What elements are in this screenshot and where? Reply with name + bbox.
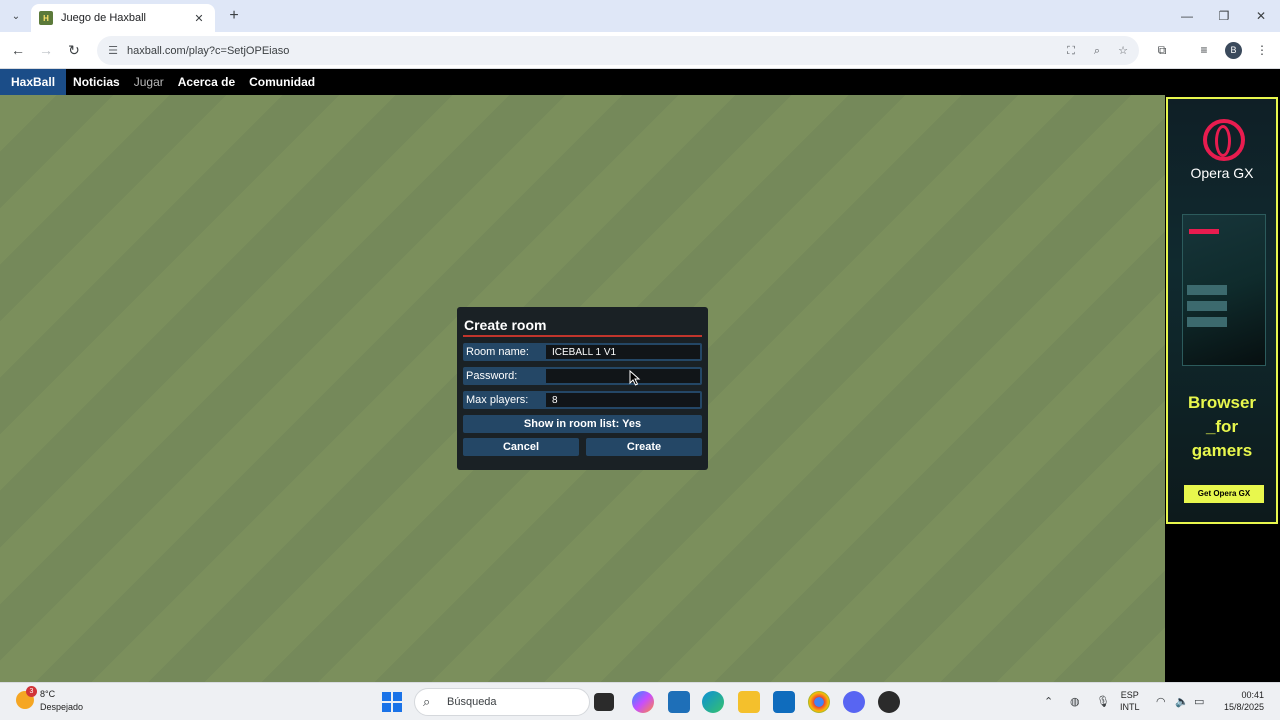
get-opera-gx-button[interactable]: Get Opera GX (1184, 485, 1264, 503)
browser-tab-strip: ⌄ H Juego de Haxball ✕ + — ❐ ✕ (0, 0, 1280, 32)
nav-link-comunidad[interactable]: Comunidad (242, 69, 322, 95)
translate-icon[interactable]: ⛶ (1061, 41, 1081, 61)
new-tab-icon[interactable]: + (225, 6, 243, 26)
reload-icon[interactable]: ↻ (64, 40, 84, 60)
password-label: Password: (466, 370, 518, 382)
lang-layout: INTL (1120, 702, 1140, 712)
system-clock[interactable]: 00:41 15/8/2025 (1216, 689, 1264, 713)
show-in-room-list-toggle[interactable]: Show in room list: Yes (463, 415, 702, 433)
mouse-pointer-icon (629, 370, 641, 386)
password-input[interactable] (546, 369, 700, 383)
site-navbar: HaxBall Noticias Jugar Acerca de Comunid… (0, 69, 1280, 95)
cancel-button[interactable]: Cancel (463, 438, 579, 456)
create-button[interactable]: Create (586, 438, 702, 456)
search-icon: ⌕ (423, 694, 431, 709)
windows-taskbar: 3 8°C Despejado ⌕ Búsqueda ⌃ ◍ 🎙 ESP INT… (0, 682, 1280, 720)
create-room-dialog: Create room Room name: Password: Max pla… (457, 307, 708, 470)
menu-kebab-icon[interactable]: ⋮ (1252, 40, 1272, 60)
weather-badge: 3 (26, 686, 37, 697)
outlook-icon[interactable] (773, 691, 795, 713)
store-app-icon[interactable] (668, 691, 690, 713)
weather-condition[interactable]: Despejado (40, 702, 83, 712)
room-name-row: Room name: (463, 343, 702, 361)
dialog-title: Create room (463, 313, 702, 337)
nav-link-jugar[interactable]: Jugar (127, 69, 171, 95)
max-players-label: Max players: (466, 394, 529, 406)
restore-icon[interactable]: ❐ (1213, 6, 1235, 26)
tab-title: Juego de Haxball (61, 12, 147, 24)
task-view-icon[interactable] (594, 693, 614, 711)
ad-headline: Browser _for gamers (1187, 393, 1257, 460)
tab-close-icon[interactable]: ✕ (191, 12, 207, 25)
opera-logo-icon (1203, 119, 1245, 161)
zoom-icon[interactable]: ⌕ (1087, 41, 1107, 61)
file-explorer-icon[interactable] (738, 691, 760, 713)
browser-toolbar: ← → ↻ ☰ haxball.com/play?c=SetjOPEiaso ⛶… (0, 32, 1280, 69)
input-language[interactable]: ESP INTL (1120, 689, 1140, 713)
battery-icon[interactable]: ▭ (1194, 695, 1204, 708)
copilot-icon[interactable] (632, 691, 654, 713)
dialog-actions: Cancel Create (463, 438, 702, 456)
site-info-icon[interactable]: ☰ (103, 41, 123, 61)
edge-icon[interactable] (702, 691, 724, 713)
media-control-icon[interactable]: ≡ (1194, 40, 1214, 60)
minimize-icon[interactable]: — (1176, 6, 1198, 26)
back-icon[interactable]: ← (8, 40, 28, 60)
clock-date: 15/8/2025 (1223, 702, 1264, 712)
ad-browser-screenshot (1182, 214, 1266, 366)
haxball-favicon-icon: H (39, 11, 53, 25)
browser-tab[interactable]: H Juego de Haxball ✕ (31, 4, 215, 32)
microphone-icon[interactable]: 🎙 (1096, 695, 1110, 708)
volume-icon[interactable]: 🔈 (1175, 695, 1189, 708)
wifi-icon[interactable]: ◠ (1156, 695, 1166, 708)
windows-start-icon[interactable] (382, 692, 402, 712)
max-players-row: Max players: (463, 391, 702, 409)
bookmark-star-icon[interactable]: ☆ (1113, 41, 1133, 61)
opera-gx-ad[interactable]: Opera GX Browser _for gamers Get Opera G… (1166, 97, 1278, 524)
discord-icon[interactable] (843, 691, 865, 713)
nav-link-acerca-de[interactable]: Acerca de (171, 69, 242, 95)
profile-avatar[interactable]: B (1225, 42, 1242, 59)
room-name-input[interactable] (546, 345, 700, 359)
nav-link-noticias[interactable]: Noticias (66, 69, 127, 95)
address-bar[interactable]: ☰ haxball.com/play?c=SetjOPEiaso ⛶ ⌕ ☆ (97, 36, 1139, 65)
url-text[interactable]: haxball.com/play?c=SetjOPEiaso (127, 45, 1061, 57)
security-tray-icon[interactable]: ◍ (1070, 695, 1080, 708)
forward-icon[interactable]: → (36, 40, 56, 60)
room-name-label: Room name: (466, 346, 529, 358)
clock-time: 00:41 (1241, 690, 1264, 700)
chrome-icon[interactable] (808, 691, 830, 713)
app-icon[interactable] (878, 691, 900, 713)
tab-search-icon[interactable]: ⌄ (6, 6, 26, 26)
ad-brand-name: Opera GX (1190, 165, 1254, 181)
taskbar-search[interactable]: ⌕ Búsqueda (414, 688, 590, 716)
max-players-input[interactable] (546, 393, 700, 407)
search-placeholder: Búsqueda (447, 696, 497, 708)
password-row: Password: (463, 367, 702, 385)
lang-code: ESP (1120, 690, 1139, 700)
extensions-icon[interactable]: ⧉ (1152, 40, 1172, 60)
nav-brand-haxball[interactable]: HaxBall (0, 69, 67, 95)
window-close-icon[interactable]: ✕ (1250, 6, 1272, 26)
weather-temperature[interactable]: 8°C (40, 689, 55, 699)
show-hidden-icons-icon[interactable]: ⌃ (1044, 695, 1053, 708)
